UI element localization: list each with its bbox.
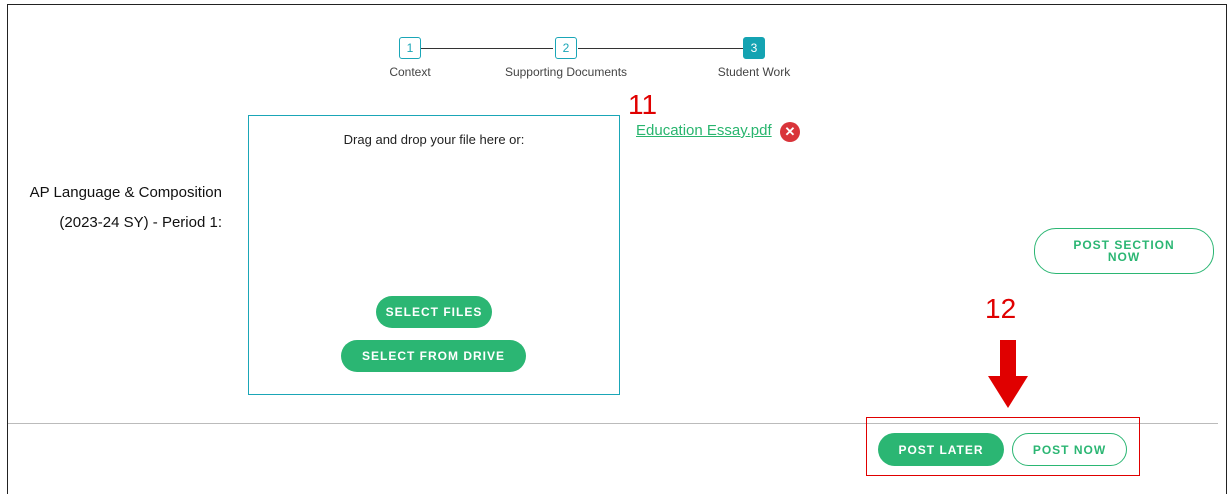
dropzone-instructions: Drag and drop your file here or: <box>343 132 525 147</box>
step-student-work[interactable]: 3 Student Work <box>704 37 804 79</box>
step-label: Context <box>389 65 431 79</box>
post-section-now-button[interactable]: POST SECTION NOW <box>1034 228 1214 274</box>
uploaded-file-link[interactable]: Education Essay.pdf <box>636 122 772 139</box>
step-number: 2 <box>555 37 577 59</box>
step-supporting-documents[interactable]: 2 Supporting Documents <box>496 37 636 79</box>
course-period: (2023-24 SY) - Period 1: <box>59 214 222 231</box>
close-icon[interactable]: ✕ <box>780 122 800 142</box>
step-number: 1 <box>399 37 421 59</box>
arrow-down-icon <box>988 340 1028 408</box>
select-files-button[interactable]: SELECT FILES <box>376 296 492 328</box>
step-label: Student Work <box>717 65 791 79</box>
select-from-drive-button[interactable]: SELECT FROM DRIVE <box>341 340 526 372</box>
step-label: Supporting Documents <box>504 65 628 79</box>
post-now-button[interactable]: POST NOW <box>1012 433 1127 466</box>
post-later-button[interactable]: POST LATER <box>878 433 1004 466</box>
annotation-number-12: 12 <box>985 293 1017 324</box>
annotation-number-11: 11 <box>628 89 658 120</box>
course-section-label: AP Language & Composition (2023-24 SY) -… <box>24 178 222 238</box>
course-name: AP Language & Composition <box>29 184 222 201</box>
step-number: 3 <box>743 37 765 59</box>
step-context[interactable]: 1 Context <box>370 37 450 79</box>
